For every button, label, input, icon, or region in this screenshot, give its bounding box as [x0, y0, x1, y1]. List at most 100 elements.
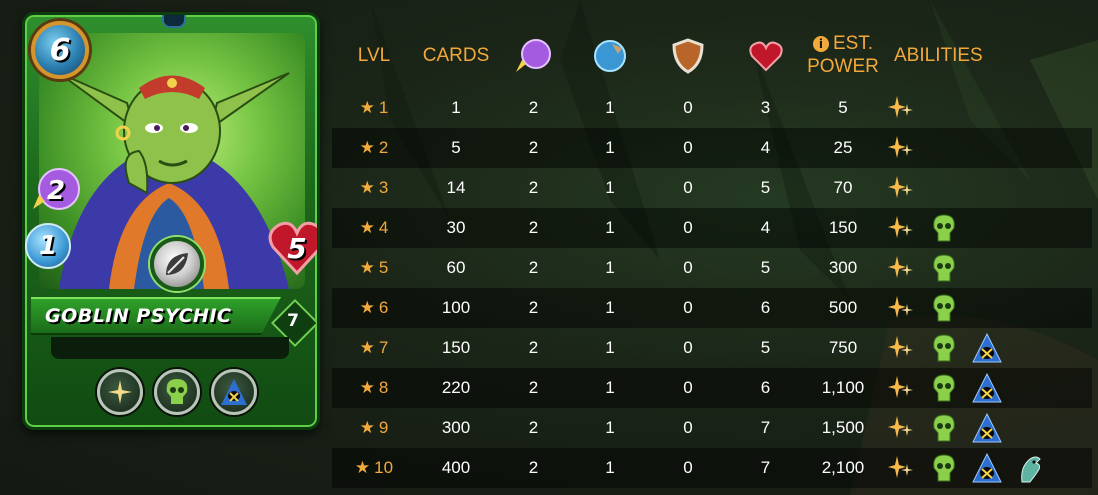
ability-sparkle[interactable] — [886, 133, 916, 163]
cell-level: ★ 3 — [332, 178, 416, 198]
hooded-figure-icon — [221, 379, 247, 405]
cell-health: 5 — [760, 178, 771, 197]
ability-sparkle[interactable] — [886, 373, 916, 403]
table-row: ★ 5 60 2 1 0 5 300 — [332, 248, 1092, 288]
cell-armor: 0 — [683, 378, 693, 397]
cell-abilities — [882, 373, 1092, 403]
star-icon: ★ — [359, 218, 375, 237]
cell-armor: 0 — [683, 418, 693, 437]
level-value: 8 — [378, 378, 389, 397]
cell-speed: 1 — [605, 378, 615, 397]
cell-cards: 220 — [441, 378, 471, 397]
ability-sparkle[interactable] — [886, 333, 916, 363]
cell-cards: 30 — [446, 218, 466, 237]
cell-cards: 60 — [446, 258, 466, 277]
ability-dragon[interactable] — [1015, 453, 1045, 483]
element-badge — [150, 237, 204, 291]
cell-est-power: 500 — [828, 298, 858, 317]
ability-sparkle[interactable] — [886, 413, 916, 443]
cell-cards: 300 — [441, 418, 471, 437]
cell-health: 7 — [760, 418, 771, 437]
sparkle-icon — [888, 456, 913, 478]
cell-abilities — [882, 213, 1092, 243]
monster-card[interactable]: 6 2 1 5 GOBLIN PSYCHIC 7 — [22, 12, 320, 430]
skull-icon — [933, 334, 955, 362]
ability-skull[interactable] — [929, 453, 959, 483]
cell-armor: 0 — [683, 98, 693, 117]
info-icon[interactable]: i — [812, 36, 829, 53]
magic-stat-badge: 2 — [29, 165, 83, 217]
ability-sparkle[interactable] — [886, 253, 916, 283]
card-abilities — [97, 369, 257, 419]
header-speed — [571, 38, 649, 74]
shield-icon — [672, 38, 704, 74]
header-armor — [649, 38, 727, 74]
cell-level: ★ 10 — [332, 458, 416, 478]
cell-cards: 1 — [451, 98, 461, 117]
ability-skull[interactable] — [929, 253, 959, 283]
cell-speed: 1 — [605, 98, 615, 117]
ability-skull[interactable] — [929, 213, 959, 243]
sparkle-icon — [888, 376, 913, 398]
table-body: ★ 1 1 2 1 0 3 5 ★ 2 5 2 1 0 4 25 ★ 3 14 2 1 0 5 70 ★ 4 30 2 1 0 4 150 ★ 5… — [332, 88, 1092, 488]
header-est-label: EST. — [832, 33, 874, 55]
cell-health: 7 — [760, 458, 771, 477]
cell-abilities — [882, 173, 1092, 203]
ability-skull[interactable] — [929, 293, 959, 323]
sparkle-icon — [108, 380, 132, 404]
card-description-box — [51, 337, 289, 359]
cell-est-power: 1,500 — [821, 418, 865, 437]
level-value: 4 — [378, 218, 389, 237]
edition-gem — [162, 15, 186, 28]
cell-abilities — [882, 133, 1092, 163]
hooded-figure-icon — [972, 333, 1002, 363]
ability-slot-3[interactable] — [211, 369, 257, 415]
ability-sparkle[interactable] — [886, 453, 916, 483]
mana-cost-badge: 6 — [31, 21, 89, 79]
cell-cards: 14 — [446, 178, 466, 197]
cell-level: ★ 2 — [332, 138, 416, 158]
ability-hood[interactable] — [972, 373, 1002, 403]
ability-skull[interactable] — [929, 413, 959, 443]
star-icon: ★ — [359, 338, 375, 357]
sparkle-icon — [888, 136, 913, 158]
mana-cost-value: 6 — [49, 32, 71, 68]
table-header: LVL CARDS i EST. POWER ABILITIES — [332, 24, 1092, 88]
ability-sparkle[interactable] — [886, 93, 916, 123]
ability-hood[interactable] — [972, 453, 1002, 483]
skull-icon — [933, 414, 955, 442]
header-power-label: POWER — [807, 56, 879, 77]
sparkle-icon — [888, 96, 913, 118]
magic-icon — [515, 39, 551, 72]
skull-icon — [933, 214, 955, 242]
ability-skull[interactable] — [929, 333, 959, 363]
cell-est-power: 25 — [833, 138, 853, 157]
cell-armor: 0 — [683, 178, 693, 197]
cell-health: 3 — [760, 98, 771, 117]
ability-hood[interactable] — [972, 413, 1002, 443]
ability-sparkle[interactable] — [886, 293, 916, 323]
ability-sparkle[interactable] — [886, 213, 916, 243]
cell-level: ★ 9 — [332, 418, 416, 438]
level-value: 5 — [378, 258, 389, 277]
cell-health: 6 — [760, 378, 771, 397]
cell-armor: 0 — [683, 138, 693, 157]
skull-icon — [933, 374, 955, 402]
cell-abilities — [882, 93, 1092, 123]
ability-slot-2[interactable] — [154, 369, 200, 415]
cell-est-power: 5 — [838, 98, 848, 117]
card-level-stats-table: LVL CARDS i EST. POWER ABILITIES ★ 1 1 2… — [332, 24, 1092, 488]
ability-sparkle[interactable] — [886, 173, 916, 203]
cell-est-power: 2,100 — [821, 458, 865, 477]
ability-hood[interactable] — [972, 333, 1002, 363]
cell-magic: 2 — [528, 258, 539, 277]
table-row: ★ 6 100 2 1 0 6 500 — [332, 288, 1092, 328]
health-stat-badge: 5 — [267, 219, 317, 277]
star-icon: ★ — [359, 178, 375, 197]
ability-skull[interactable] — [929, 373, 959, 403]
health-stat-value: 5 — [287, 231, 307, 265]
ability-slot-1[interactable] — [97, 369, 143, 415]
star-icon: ★ — [359, 258, 375, 277]
cell-abilities — [882, 293, 1092, 323]
cell-est-power: 70 — [833, 178, 853, 197]
